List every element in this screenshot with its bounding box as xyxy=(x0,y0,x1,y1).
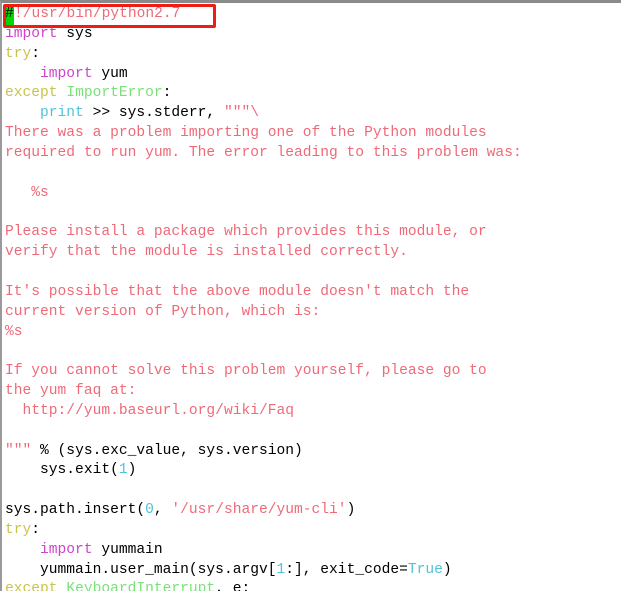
code-line[interactable]: %s xyxy=(5,323,522,343)
code-line[interactable]: try: xyxy=(5,45,522,65)
code-line[interactable]: import sys xyxy=(5,25,522,45)
code-token: import xyxy=(40,65,93,82)
code-line[interactable]: There was a problem importing one of the… xyxy=(5,124,522,144)
code-line[interactable]: the yum faq at: xyxy=(5,382,522,402)
code-token: ) xyxy=(346,502,356,519)
code-line[interactable]: verify that the module is installed corr… xyxy=(5,243,522,263)
code-line[interactable] xyxy=(5,203,522,223)
code-line[interactable]: #!/usr/bin/python2.7 xyxy=(5,5,522,25)
code-line[interactable] xyxy=(5,481,522,501)
code-token: sys xyxy=(57,25,93,42)
code-token: http://yum.baseurl.org/wiki/Faq xyxy=(5,402,295,419)
code-line[interactable]: import yum xyxy=(5,65,522,85)
code-token: >> sys.stderr, xyxy=(83,105,224,122)
code-token: yummain.user_main(sys.argv[ xyxy=(5,561,277,578)
code-token: If you cannot solve this problem yoursel… xyxy=(5,363,487,380)
code-token: 1 xyxy=(276,561,286,578)
code-token: ImportError xyxy=(66,85,163,102)
code-token: 0 xyxy=(145,502,154,519)
code-line[interactable]: sys.exit(1) xyxy=(5,461,522,481)
code-line[interactable]: except ImportError: xyxy=(5,84,522,104)
code-line[interactable]: """ % (sys.exc_value, sys.version) xyxy=(5,442,522,462)
code-token: try xyxy=(5,521,32,538)
code-token: yum xyxy=(92,65,128,82)
code-token: : xyxy=(31,45,41,62)
code-line[interactable] xyxy=(5,164,522,184)
code-token: True xyxy=(407,561,443,578)
code-token: Please install a package which provides … xyxy=(5,224,487,241)
code-token: sys.path.insert( xyxy=(5,502,146,519)
code-token: """ xyxy=(5,442,32,459)
code-token: %s xyxy=(5,323,23,340)
code-token: sys.exit( xyxy=(5,462,119,479)
code-token: There was a problem importing one of the… xyxy=(5,125,487,142)
code-token: ) xyxy=(442,561,452,578)
code-token: except xyxy=(5,581,58,591)
code-line[interactable]: Please install a package which provides … xyxy=(5,223,522,243)
code-token: :], exit_code= xyxy=(285,561,408,578)
code-token: required to run yum. The error leading t… xyxy=(5,144,522,161)
code-line[interactable]: http://yum.baseurl.org/wiki/Faq xyxy=(5,402,522,422)
code-token: !/usr/bin/python2.7 xyxy=(14,6,181,22)
code-token: : xyxy=(31,521,41,538)
code-token: % (sys.exc_value, sys.version) xyxy=(31,442,303,459)
code-line[interactable]: yummain.user_main(sys.argv[1:], exit_cod… xyxy=(5,561,522,581)
code-token: KeyboardInterrupt xyxy=(66,581,216,591)
code-token: print xyxy=(40,105,84,122)
code-token: import xyxy=(5,25,58,42)
code-token: ) xyxy=(127,462,137,479)
code-token: '/usr/share/yum-cli' xyxy=(171,502,347,519)
code-token: , e: xyxy=(215,581,251,591)
code-line[interactable] xyxy=(5,263,522,283)
code-token: try xyxy=(5,45,32,62)
code-line[interactable] xyxy=(5,342,522,362)
code-line[interactable]: import yummain xyxy=(5,541,522,561)
code-text-area[interactable]: #!/usr/bin/python2.7 import sys try: impor… xyxy=(2,3,522,591)
code-line[interactable]: except KeyboardInterrupt, e: xyxy=(5,580,522,591)
code-line[interactable]: If you cannot solve this problem yoursel… xyxy=(5,362,522,382)
code-line[interactable]: current version of Python, which is: xyxy=(5,303,522,323)
code-token: : xyxy=(162,85,172,102)
code-token: \ xyxy=(250,105,259,122)
code-token: It's possible that the above module does… xyxy=(5,283,470,300)
code-line[interactable] xyxy=(5,422,522,442)
code-token: 1 xyxy=(118,462,128,479)
text-cursor: # xyxy=(5,5,14,25)
code-token: verify that the module is installed corr… xyxy=(5,244,408,261)
vim-editor-window[interactable]: #!/usr/bin/python2.7 import sys try: impor… xyxy=(0,0,621,591)
code-token: current version of Python, which is: xyxy=(5,303,321,320)
code-token: yummain xyxy=(92,541,163,558)
code-token: except xyxy=(5,85,58,102)
code-token: the yum faq at: xyxy=(5,383,137,400)
code-token: %s xyxy=(5,184,49,201)
code-line[interactable]: %s xyxy=(5,184,522,204)
code-line[interactable]: required to run yum. The error leading t… xyxy=(5,144,522,164)
code-line[interactable]: try: xyxy=(5,521,522,541)
code-token: , xyxy=(153,502,172,519)
code-line[interactable]: It's possible that the above module does… xyxy=(5,283,522,303)
code-line[interactable]: sys.path.insert(0, '/usr/share/yum-cli') xyxy=(5,501,522,521)
code-line[interactable]: print >> sys.stderr, """\ xyxy=(5,104,522,124)
code-token: """ xyxy=(223,105,251,122)
code-token: import xyxy=(40,541,93,558)
